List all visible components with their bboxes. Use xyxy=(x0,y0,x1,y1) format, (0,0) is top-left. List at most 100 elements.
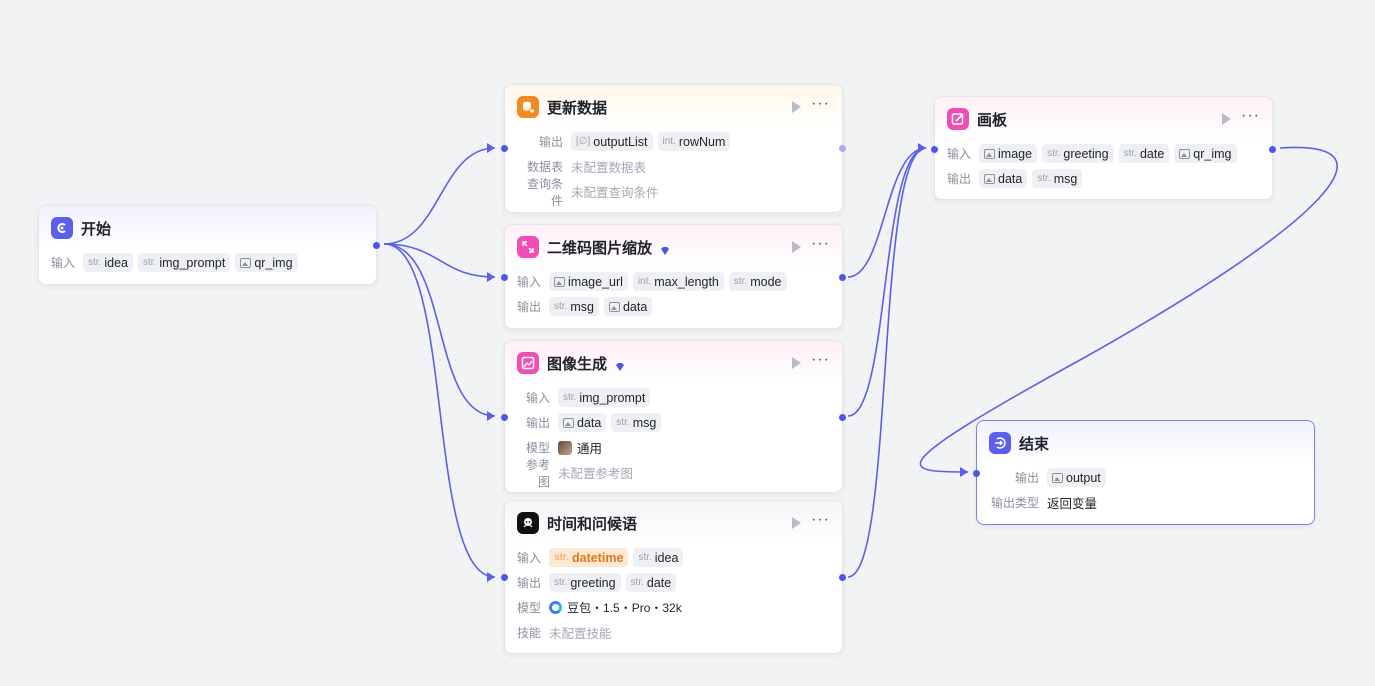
param-chip: str. idea xyxy=(83,253,133,272)
output-label: 输出 xyxy=(947,172,972,186)
model-row: 模型 豆包・1.5・Pro・32k xyxy=(505,595,842,620)
edge-qr-canvas xyxy=(847,147,927,278)
image-type-icon xyxy=(984,173,996,184)
image-gen-icon xyxy=(517,352,539,374)
model-value: 豆包・1.5・Pro・32k xyxy=(567,601,682,615)
input-row: 输入 str. datetime str. idea xyxy=(505,545,842,570)
input-label: 输入 xyxy=(947,147,972,161)
skill-value: 未配置技能 xyxy=(549,627,612,641)
start-icon xyxy=(51,217,73,239)
input-row: 输入 image_url int. max_length str. mode xyxy=(505,269,842,294)
input-port[interactable] xyxy=(501,274,508,281)
node-header: 更新数据 ··· xyxy=(505,85,842,129)
param-chip: data xyxy=(558,413,607,432)
param-chip: data xyxy=(603,297,653,316)
node-title: 二维码图片缩放 xyxy=(547,239,653,257)
input-port[interactable] xyxy=(501,414,508,421)
output-port[interactable] xyxy=(373,242,380,249)
input-port[interactable] xyxy=(501,574,508,581)
output-row: 输出 [∅] outputList int. rowNum xyxy=(505,129,842,154)
edge-start-qr xyxy=(383,243,496,278)
output-port[interactable] xyxy=(839,414,846,421)
model-value: 通用 xyxy=(577,442,603,456)
input-row: 输入 str. img_prompt xyxy=(505,385,842,410)
image-gen-node[interactable]: 图像生成 ··· 输入 str. img_prompt 输出 data str. m… xyxy=(501,340,846,493)
input-label: 输入 xyxy=(525,391,550,405)
edge-arrow xyxy=(487,572,495,582)
query-row: 查询条件 未配置查询条件 xyxy=(505,177,842,208)
reference-value: 未配置参考图 xyxy=(558,467,634,481)
param-chip: str. msg xyxy=(549,297,599,316)
update-data-node[interactable]: 更新数据 ··· 输出 [∅] outputList int. rowNum 数据表… xyxy=(501,84,846,213)
node-title: 更新数据 xyxy=(547,99,608,117)
param-chip: str. mode xyxy=(728,272,787,291)
output-port[interactable] xyxy=(839,574,846,581)
edge-image-canvas xyxy=(847,147,927,417)
greeting-node[interactable]: 时间和问候语 ··· 输入 str. datetime str. idea 输出 s… xyxy=(501,500,846,654)
node-title: 开始 xyxy=(81,220,112,238)
run-icon[interactable] xyxy=(1222,113,1232,125)
node-title: 图像生成 xyxy=(547,355,608,373)
table-value: 未配置数据表 xyxy=(571,161,647,175)
node-title: 时间和问候语 xyxy=(547,515,638,533)
run-icon[interactable] xyxy=(792,517,802,529)
node-header: 二维码图片缩放 ··· xyxy=(505,225,842,269)
output-port[interactable] xyxy=(1269,146,1276,153)
run-icon[interactable] xyxy=(792,241,802,253)
output-port[interactable] xyxy=(839,274,846,281)
output-type-label: 输出类型 xyxy=(990,496,1039,510)
node-title: 画板 xyxy=(977,111,1008,129)
run-icon[interactable] xyxy=(792,101,802,113)
pro-diamond-icon xyxy=(615,359,625,371)
node-title: 结束 xyxy=(1019,435,1050,453)
query-value: 未配置查询条件 xyxy=(571,186,659,200)
more-icon[interactable]: ··· xyxy=(811,512,830,528)
canvas-node[interactable]: 画板 ··· 输入 image str. greeting str. date qr… xyxy=(931,96,1276,200)
param-chip: data xyxy=(979,169,1028,188)
reference-row: 参考图 未配置参考图 xyxy=(505,458,842,489)
table-label: 数据表 xyxy=(526,160,563,174)
input-port[interactable] xyxy=(973,470,980,477)
more-icon[interactable]: ··· xyxy=(1241,108,1260,124)
output-label: 输出 xyxy=(525,416,550,430)
input-port[interactable] xyxy=(931,146,938,153)
skill-row: 技能 未配置技能 xyxy=(505,620,842,645)
output-label: 输出 xyxy=(538,135,563,149)
end-icon xyxy=(989,432,1011,454)
start-node[interactable]: 开始 输入 str. idea str. img_prompt qr_img xyxy=(38,205,380,285)
run-icon[interactable] xyxy=(792,357,802,369)
qr-scale-node[interactable]: 二维码图片缩放 ··· 输入 image_url int. max_length … xyxy=(501,224,846,329)
edge-arrow xyxy=(960,467,968,477)
image-type-icon xyxy=(1179,148,1191,159)
edge-arrow xyxy=(918,143,926,153)
more-icon[interactable]: ··· xyxy=(811,236,830,252)
output-row: 输出 data str. msg xyxy=(935,166,1272,191)
param-chip: image xyxy=(979,144,1038,163)
param-chip: str. date xyxy=(625,573,677,592)
end-node[interactable]: 结束 输出 output 输出类型 返回变量 xyxy=(973,420,1315,525)
more-icon[interactable]: ··· xyxy=(811,352,830,368)
edge-greeting-canvas xyxy=(847,147,927,578)
image-type-icon xyxy=(608,301,620,312)
model-avatar xyxy=(558,440,572,455)
expand-icon xyxy=(517,236,539,258)
node-header: 画板 ··· xyxy=(935,97,1272,141)
output-port[interactable] xyxy=(839,145,846,152)
param-chip-warning: str. datetime xyxy=(549,548,629,567)
doubao-model-icon xyxy=(549,601,563,614)
input-port[interactable] xyxy=(501,145,508,152)
param-chip: str. date xyxy=(1118,144,1170,163)
param-chip: int. rowNum xyxy=(657,132,731,151)
param-chip: image_url xyxy=(549,272,628,291)
output-label: 输出 xyxy=(1014,471,1039,485)
input-row: 输入 str. idea str. img_prompt qr_img xyxy=(39,250,376,275)
database-icon xyxy=(517,96,539,118)
output-row: 输出 str. msg data xyxy=(505,294,842,319)
node-header: 时间和问候语 ··· xyxy=(505,501,842,545)
more-icon[interactable]: ··· xyxy=(811,96,830,112)
input-label: 输入 xyxy=(517,551,542,565)
image-type-icon xyxy=(1052,472,1063,483)
output-type-value: 返回变量 xyxy=(1047,497,1098,511)
bot-icon xyxy=(517,512,539,534)
model-label: 模型 xyxy=(525,441,550,455)
